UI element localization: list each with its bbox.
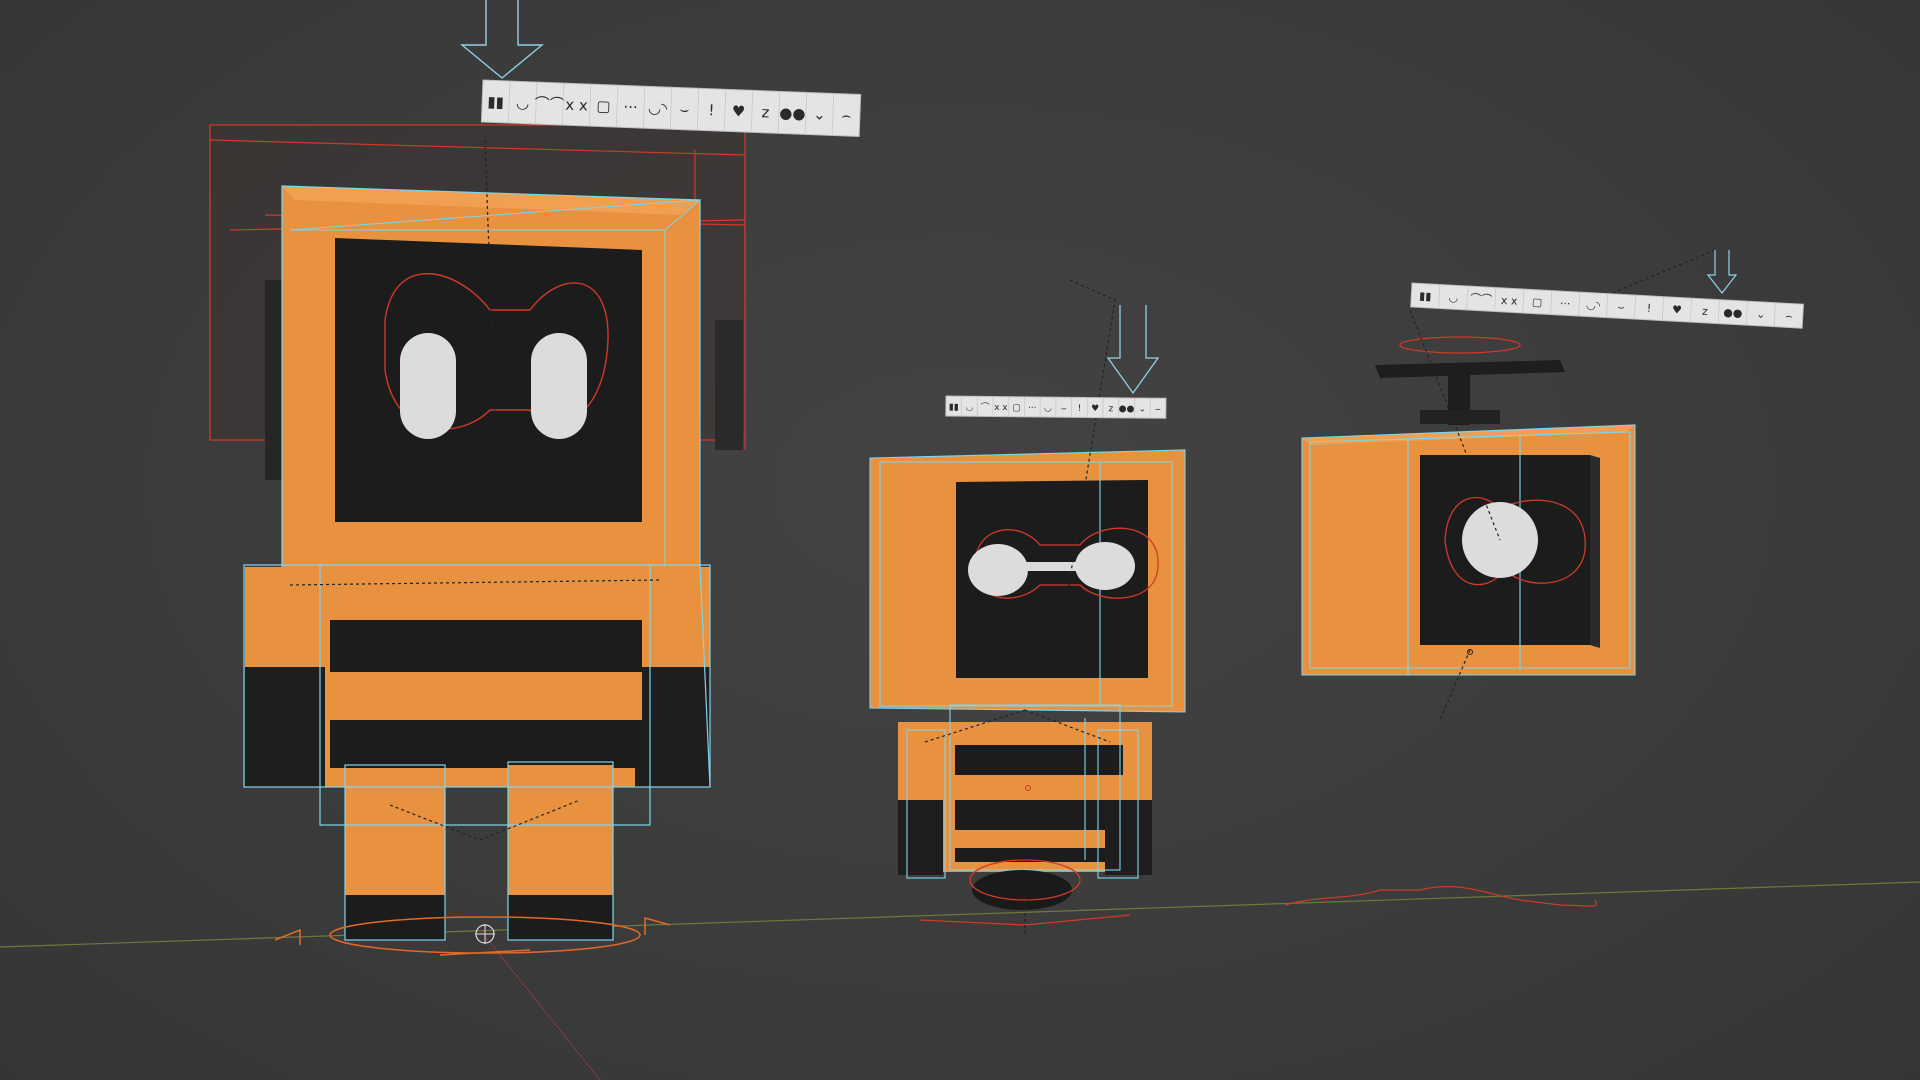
expression-glyph[interactable]: x x [565,96,588,115]
expression-strip-small[interactable]: ▮▮ ◟◞ ⌒⌒ x x ▢ ··· ◡◝ ⌣! ♥ z ●● ⌄ ⌢ [1410,282,1804,329]
expression-glyph[interactable]: ! [708,101,715,119]
robot-head-propeller[interactable] [1284,249,1738,907]
expression-glyph[interactable]: ▮▮ [1419,289,1432,303]
expression-glyph[interactable]: ▢ [596,97,611,116]
x-axis-line [0,881,1920,948]
down-arrow-icon[interactable] [1706,250,1738,294]
floor-rig-outline [1284,886,1597,907]
arm-left-shadow [245,667,325,787]
expression-glyph[interactable]: ◟◞ [1449,291,1459,304]
expression-glyph[interactable]: z [761,103,770,121]
stripe-1 [330,620,642,672]
expression-strip-medium[interactable]: ▮▮ ◟◞ ⌒ x x ▢ ··· ◡ ⌣! ♥ z ●● ⌄ ⌢ [945,395,1167,419]
expression-glyph[interactable]: ●● [1723,306,1743,320]
expression-glyph[interactable]: ··· [1028,403,1037,413]
expression-glyph[interactable]: ♥ [1091,404,1099,414]
expression-glyph[interactable]: x x [994,403,1008,413]
base-medium [972,870,1072,910]
robot-medium[interactable] [869,279,1186,935]
expression-glyph[interactable]: ⌒ [981,402,990,413]
expression-glyph[interactable]: ●● [779,104,806,123]
eye-right-large [531,333,587,439]
expression-glyph[interactable]: ▢ [1532,296,1543,310]
screen-large [335,238,642,522]
expression-glyph[interactable]: ▮▮ [487,93,504,112]
expression-glyph[interactable]: z [1108,404,1113,414]
expression-glyph[interactable]: ⌒⌒ [1470,292,1493,306]
expression-glyph[interactable]: x x [1501,294,1519,308]
expression-glyph[interactable]: ⌣ [679,100,690,118]
expression-glyph[interactable]: ⌄ [1138,405,1146,415]
expression-glyph[interactable]: ◡◝ [648,99,668,118]
eye-bridge-medium [1020,562,1088,571]
expression-glyph[interactable]: ⌣ [1617,300,1625,313]
expression-glyph[interactable]: ◟◞ [516,94,528,112]
expression-glyph[interactable]: ♥ [1672,303,1683,317]
stripe-2 [330,720,642,768]
expression-glyph[interactable]: ⌣ [1061,404,1067,414]
arm-right-shadow [635,667,710,787]
expression-glyph[interactable]: ◟◞ [966,403,974,413]
viewport-scene[interactable]: ▮▮ ◟◞ ⌒⌒ x x ▢ ··· ◡◝ ⌣! ♥ z ●● ⌄ ⌢ ▮▮ ◟… [0,0,1920,1080]
down-arrow-icon[interactable] [460,0,544,79]
robot-large[interactable] [209,0,746,956]
expression-glyph[interactable]: ◡ [1044,404,1052,414]
expression-glyph[interactable]: ··· [1560,297,1571,311]
expression-glyph[interactable]: ⌢ [1155,405,1161,415]
expression-glyph[interactable]: ●● [1119,404,1135,414]
floor-grid [0,881,1920,1080]
expression-glyph[interactable]: ! [1646,302,1651,315]
down-arrow-icon[interactable] [1106,305,1160,395]
expression-glyph[interactable]: ⌄ [1756,308,1766,321]
expression-glyph[interactable]: ! [1078,404,1082,414]
expression-glyph[interactable]: ▮▮ [949,403,959,413]
eye-left-large [400,333,456,439]
expression-glyph[interactable]: ⌢ [841,106,852,124]
3d-viewport[interactable]: ▮▮ ◟◞ ⌒⌒ x x ▢ ··· ◡◝ ⌣! ♥ z ●● ⌄ ⌢ ▮▮ ◟… [0,0,1920,1080]
expression-glyph[interactable]: ♥ [731,102,745,121]
expression-glyph[interactable]: ▢ [1012,403,1021,413]
expression-glyph[interactable]: ⌄ [813,105,826,123]
expression-glyph[interactable]: ··· [623,98,638,117]
expression-glyph[interactable]: ⌢ [1785,309,1793,322]
propeller [1375,336,1565,425]
eye-left-medium [968,544,1028,596]
expression-glyph[interactable]: ◡◝ [1586,298,1601,312]
expression-glyph[interactable]: z [1702,305,1709,318]
expression-glyph[interactable]: ⌒⌒ [534,95,565,114]
ear-pad-right [715,320,743,450]
